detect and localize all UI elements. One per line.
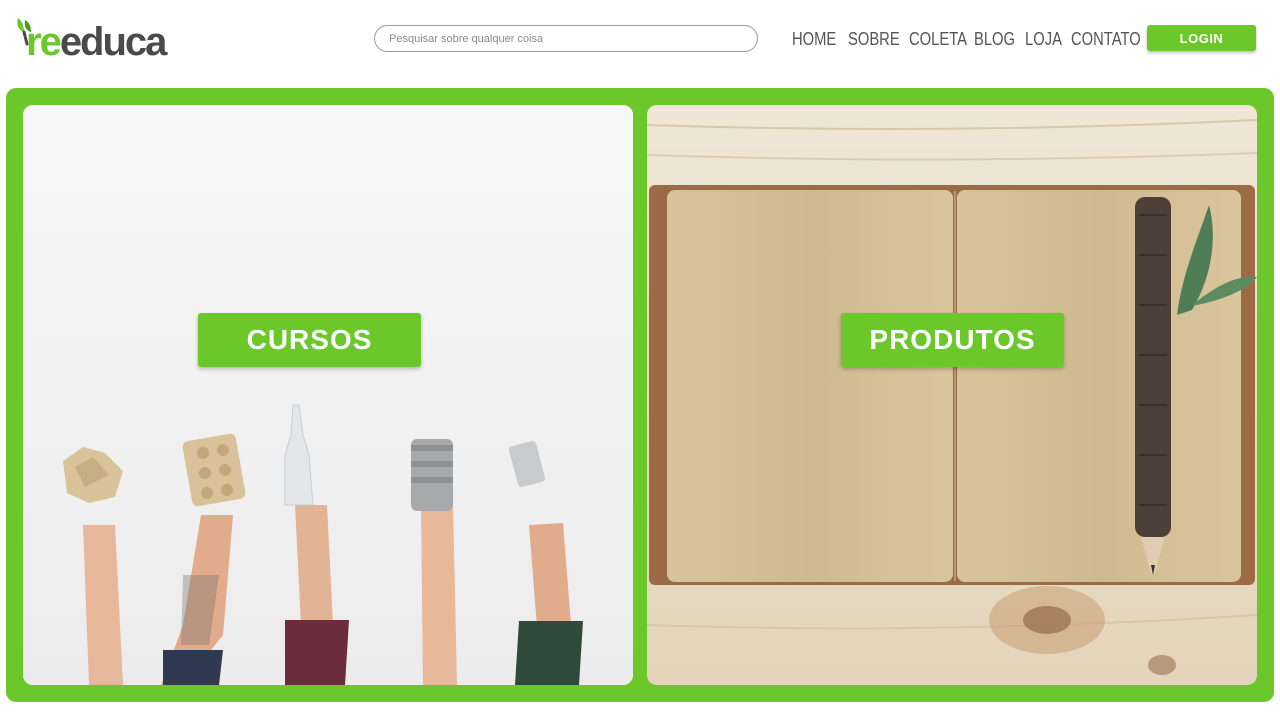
logo-suffix: educa (59, 20, 168, 64)
courses-button[interactable]: CURSOS (198, 313, 421, 367)
login-button[interactable]: LOGIN (1147, 25, 1256, 51)
site-header: reeduca HOME SOBRE COLETA BLOG LOJA CONT… (0, 0, 1280, 88)
nav-loja[interactable]: LOJA (1025, 26, 1062, 52)
search-input[interactable] (374, 25, 758, 52)
logo-text: reeduca (14, 18, 168, 66)
nav-contato[interactable]: CONTATO (1071, 26, 1141, 52)
nav-blog[interactable]: BLOG (974, 26, 1015, 52)
products-panel[interactable]: PRODUTOS (647, 105, 1257, 685)
notebook-pencil-image (647, 105, 1257, 685)
nav-home[interactable]: HOME (792, 26, 836, 52)
recycling-hands-image (23, 105, 633, 685)
site-logo[interactable]: reeduca (14, 16, 168, 66)
courses-panel[interactable]: CURSOS (23, 105, 633, 685)
products-button[interactable]: PRODUTOS (841, 313, 1064, 367)
nav-coleta[interactable]: COLETA (909, 26, 967, 52)
nav-sobre[interactable]: SOBRE (848, 26, 900, 52)
logo-prefix: re (26, 20, 62, 64)
